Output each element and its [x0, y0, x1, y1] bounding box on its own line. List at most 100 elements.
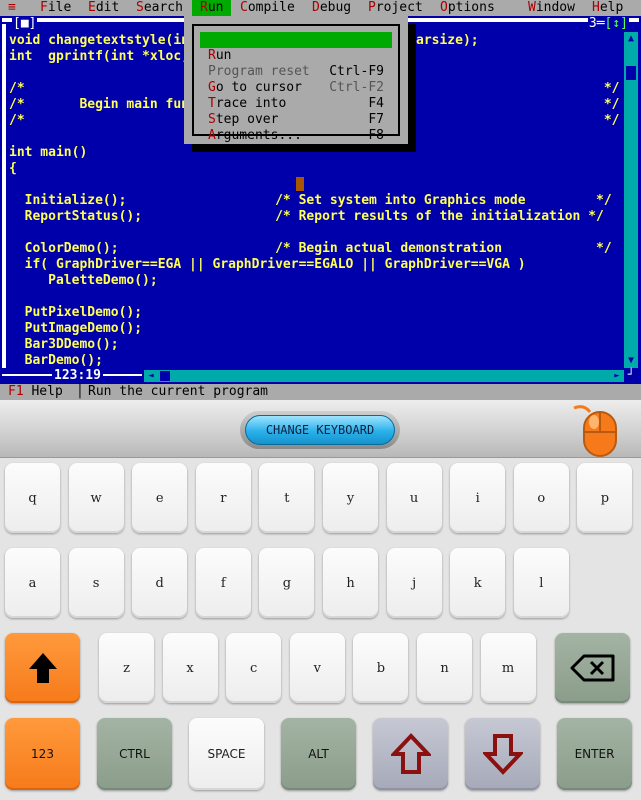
menu-run[interactable]: Run: [192, 0, 232, 16]
scroll-up-arrow-icon[interactable]: ▲: [624, 32, 638, 46]
key-label: r: [220, 490, 227, 506]
code-line: PaletteDemo();: [9, 273, 158, 288]
key-label: p: [600, 490, 610, 506]
mouse-icon[interactable]: [566, 402, 622, 458]
key-s[interactable]: s: [68, 548, 124, 618]
key-label: a: [28, 575, 37, 591]
key-label: w: [90, 490, 102, 506]
run-menu-item-arguments[interactable]: Arguments...: [200, 112, 392, 143]
cursor-position: 123:19: [52, 368, 103, 384]
ctrl-key[interactable]: CTRL: [97, 718, 172, 790]
key-l[interactable]: l: [513, 548, 569, 618]
code-line: Initialize(); /* Set system into Graphic…: [9, 193, 612, 208]
change-keyboard-button[interactable]: CHANGE KEYBOARD: [240, 411, 400, 449]
key-label: l: [539, 575, 544, 591]
menu-file[interactable]: File: [40, 0, 71, 16]
key-p[interactable]: p: [577, 463, 633, 533]
key-y[interactable]: y: [323, 463, 378, 533]
key-h[interactable]: h: [323, 548, 378, 618]
key-n[interactable]: n: [417, 633, 472, 703]
status-message: Run the current program: [88, 384, 269, 399]
key-z[interactable]: z: [99, 633, 154, 703]
horizontal-scrollbar[interactable]: ◄ ►: [144, 370, 624, 382]
code-line: int main(): [9, 145, 88, 160]
code-line: BarDemo();: [9, 353, 103, 368]
shift-key[interactable]: [5, 633, 80, 703]
menu-project[interactable]: Project: [368, 0, 423, 16]
menu-search[interactable]: Search: [136, 0, 183, 16]
key-k[interactable]: k: [450, 548, 506, 618]
text-cursor: [296, 177, 304, 191]
code-line: if( GraphDriver==EGA || GraphDriver==EGA…: [9, 257, 526, 272]
alt-key[interactable]: ALT: [281, 718, 356, 790]
key-f[interactable]: f: [195, 548, 251, 618]
vertical-scrollbar[interactable]: ▲ ▼: [624, 32, 638, 368]
key-o[interactable]: o: [513, 463, 569, 533]
up-arrow-key[interactable]: [373, 718, 448, 790]
menu-options[interactable]: Options: [440, 0, 495, 16]
key-w[interactable]: w: [68, 463, 124, 533]
key-label: i: [475, 490, 480, 506]
run-menu-item-run[interactable]: Run Ctrl-F9: [200, 32, 392, 79]
backspace-key[interactable]: [555, 633, 630, 703]
key-u[interactable]: u: [386, 463, 442, 533]
key-label: x: [186, 660, 194, 676]
enter-key-label: ENTER: [574, 747, 615, 761]
menu-debug[interactable]: Debug: [312, 0, 351, 16]
key-label: s: [92, 575, 100, 591]
key-j[interactable]: j: [386, 548, 442, 618]
key-label: h: [346, 575, 355, 591]
key-t[interactable]: t: [259, 463, 315, 533]
key-a[interactable]: a: [5, 548, 60, 618]
key-label: b: [376, 660, 386, 676]
space-key-label: SPACE: [207, 747, 246, 761]
run-menu-item-go-to-cursor[interactable]: Go to cursor F4: [200, 64, 392, 111]
key-b[interactable]: b: [353, 633, 409, 703]
key-label: t: [284, 490, 290, 506]
scroll-down-arrow-icon[interactable]: ▼: [624, 354, 638, 368]
menu-edit[interactable]: Edit: [88, 0, 119, 16]
system-menu-icon[interactable]: ≡: [8, 0, 16, 16]
menu-compile[interactable]: Compile: [240, 0, 295, 16]
key-e[interactable]: e: [132, 463, 188, 533]
down-arrow-key[interactable]: [465, 718, 540, 790]
key-i[interactable]: i: [450, 463, 506, 533]
key-label: j: [412, 575, 417, 591]
editor-bottom-frame: 123:19 ◄ ► ┘: [0, 368, 641, 384]
key-d[interactable]: d: [132, 548, 188, 618]
down-arrow-icon: [482, 734, 523, 775]
scroll-left-arrow-icon[interactable]: ◄: [144, 370, 158, 382]
key-m[interactable]: m: [480, 633, 536, 703]
vertical-scroll-thumb[interactable]: [626, 66, 636, 80]
key-g[interactable]: g: [259, 548, 315, 618]
key-label: n: [440, 660, 449, 676]
key-label: v: [313, 660, 321, 676]
key-v[interactable]: v: [289, 633, 345, 703]
zoom-icon[interactable]: [↕]: [605, 16, 628, 31]
key-label: y: [346, 490, 355, 506]
run-menu-item-step-over[interactable]: Step over F8: [200, 96, 392, 143]
code-line: PutPixelDemo();: [9, 305, 143, 320]
menu-help[interactable]: Help: [592, 0, 623, 16]
change-keyboard-label[interactable]: CHANGE KEYBOARD: [245, 415, 395, 445]
space-key[interactable]: SPACE: [189, 718, 264, 790]
close-box-icon[interactable]: [■]: [12, 17, 38, 30]
key-label: d: [155, 575, 164, 591]
run-menu-item-trace-into[interactable]: Trace into F7: [200, 80, 392, 127]
key-r[interactable]: r: [195, 463, 251, 533]
key-q[interactable]: q: [5, 463, 60, 533]
run-menu-item-program-reset[interactable]: Program reset Ctrl-F2: [200, 48, 392, 95]
key-x[interactable]: x: [162, 633, 218, 703]
key-c[interactable]: c: [226, 633, 282, 703]
key-label: c: [250, 660, 258, 676]
window-number-zoom[interactable]: 3═[↕]: [587, 16, 629, 31]
horizontal-scroll-thumb[interactable]: [160, 371, 170, 381]
enter-key[interactable]: ENTER: [557, 718, 632, 790]
status-help-hint[interactable]: F1 Help: [8, 384, 63, 400]
scroll-right-arrow-icon[interactable]: ►: [610, 370, 624, 382]
resize-corner-icon[interactable]: ┘: [624, 368, 638, 382]
numbers-key[interactable]: 123: [5, 718, 80, 790]
menu-window[interactable]: Window: [528, 0, 575, 16]
